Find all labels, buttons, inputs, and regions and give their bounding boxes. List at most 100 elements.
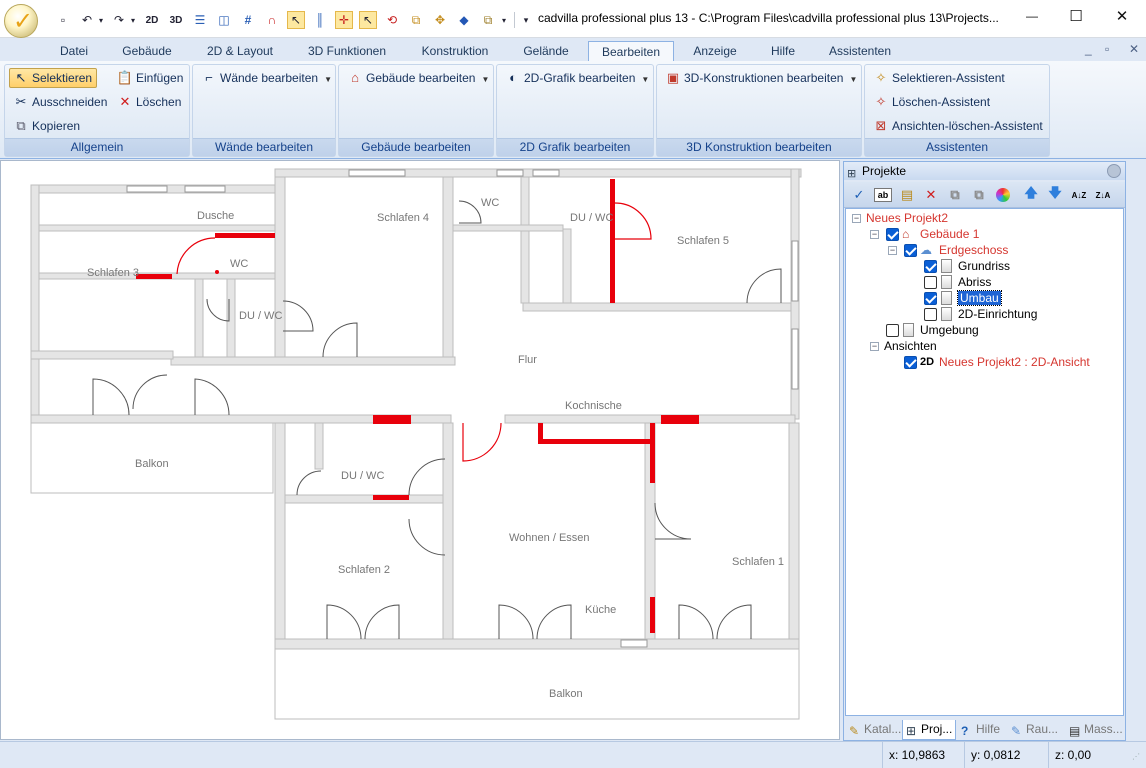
properties-icon[interactable]: ▤ bbox=[898, 186, 916, 204]
tab-3d-funktionen[interactable]: 3D Funktionen bbox=[300, 41, 394, 63]
view-3d-icon[interactable]: 3D bbox=[167, 11, 185, 29]
checkbox-abriss[interactable] bbox=[924, 276, 937, 289]
delete-x-icon: ✕ bbox=[119, 94, 131, 109]
tab-bearbeiten[interactable]: Bearbeiten bbox=[588, 41, 674, 63]
tab-anzeige[interactable]: Anzeige bbox=[684, 41, 746, 63]
tree-node-root[interactable]: Neues Projekt2 bbox=[866, 210, 948, 226]
einfuegen-button[interactable]: 📋 Einfügen bbox=[113, 68, 188, 88]
sort-az-icon[interactable]: A↓Z bbox=[1070, 186, 1088, 204]
columns-icon[interactable]: ║ bbox=[311, 11, 329, 29]
tree-node-floor[interactable]: Erdgeschoss bbox=[939, 242, 1008, 258]
mdi-restore-button[interactable]: ▫ bbox=[1105, 42, 1109, 56]
panel-tab-hilfe[interactable]: ? Hilfe bbox=[958, 720, 1006, 740]
pointer-icon[interactable]: ↖ bbox=[359, 11, 377, 29]
magnet-icon[interactable]: ∩ bbox=[263, 11, 281, 29]
loeschen-button[interactable]: ✕ Löschen bbox=[113, 92, 186, 112]
tree-node-view[interactable]: Neues Projekt2 : 2D-Ansicht bbox=[939, 354, 1090, 370]
konstruktion-3d-bearbeiten-dropdown[interactable]: ▣ 3D-Konstruktionen bearbeiten ▼ bbox=[661, 68, 862, 88]
loeschen-assistent-button[interactable]: ✧ Löschen-Assistent bbox=[869, 92, 995, 112]
close-button[interactable]: ✕ bbox=[1107, 6, 1137, 26]
redo-dropdown-icon[interactable]: ▾ bbox=[128, 11, 138, 29]
kopieren-button[interactable]: ⧉ Kopieren bbox=[9, 116, 85, 136]
checkbox-floor[interactable] bbox=[904, 244, 917, 257]
tree-node-ansichten[interactable]: Ansichten bbox=[884, 338, 937, 354]
redo-icon[interactable]: ↷ bbox=[110, 11, 128, 29]
tab-gebaeude[interactable]: Gebäude bbox=[113, 41, 181, 63]
collapse-toggle[interactable]: − bbox=[852, 214, 861, 223]
split-vertical-icon[interactable]: ◫ bbox=[215, 11, 233, 29]
checkbox-umbau[interactable] bbox=[924, 292, 937, 305]
copy-icon[interactable]: ⧉ bbox=[479, 11, 497, 29]
tab-konstruktion[interactable]: Konstruktion bbox=[411, 41, 499, 63]
copy-dropdown-icon[interactable]: ▾ bbox=[499, 11, 509, 29]
collapse-toggle[interactable]: − bbox=[870, 342, 879, 351]
panel-tab-raum[interactable]: ✎ Rau... bbox=[1008, 720, 1064, 740]
delete-icon[interactable]: ✕ bbox=[922, 186, 940, 204]
tab-datei[interactable]: Datei bbox=[52, 41, 96, 63]
wall-low-v4 bbox=[314, 422, 324, 470]
tab-2d-layout[interactable]: 2D & Layout bbox=[196, 41, 284, 63]
minimize-button[interactable]: — bbox=[1017, 6, 1047, 26]
mdi-minimize-button[interactable]: _ bbox=[1085, 42, 1092, 56]
resize-grip-icon[interactable]: ⋰ bbox=[1132, 752, 1142, 762]
new-document-icon[interactable]: ▫ bbox=[54, 11, 72, 29]
checkbox-grundriss[interactable] bbox=[924, 260, 937, 273]
app-logo[interactable]: ✓ bbox=[4, 4, 38, 38]
tree-node-umbau[interactable]: Umbau bbox=[957, 290, 1002, 306]
status-bar: x: 10,9863 y: 0,0812 z: 0,00 ⋰ bbox=[0, 741, 1146, 768]
color-icon[interactable] bbox=[994, 186, 1012, 204]
eraser-icon[interactable]: ◆ bbox=[455, 11, 473, 29]
walls-group bbox=[30, 168, 802, 720]
mirror-icon[interactable]: ⧉ bbox=[407, 11, 425, 29]
checkbox-view[interactable] bbox=[904, 356, 917, 369]
wall-mid-right bbox=[504, 414, 796, 424]
undo-dropdown-icon[interactable]: ▾ bbox=[96, 11, 106, 29]
customize-qat-icon[interactable]: ▾ bbox=[520, 11, 532, 29]
waende-bearbeiten-dropdown[interactable]: ⌐ Wände bearbeiten ▼ bbox=[197, 68, 337, 88]
move-icon[interactable]: ✥ bbox=[431, 11, 449, 29]
selektieren-button[interactable]: ↖ Selektieren bbox=[9, 68, 98, 88]
ausschneiden-button[interactable]: ✂ Ausschneiden bbox=[9, 92, 112, 112]
paste-node-icon[interactable]: ⧉ bbox=[970, 186, 988, 204]
checkbox-einrichtung[interactable] bbox=[924, 308, 937, 321]
move-up-icon[interactable]: 🡅 bbox=[1022, 185, 1040, 204]
pin-icon[interactable] bbox=[1107, 164, 1121, 178]
tree-node-einrichtung[interactable]: 2D-Einrichtung bbox=[958, 306, 1037, 322]
panel-tab-projekte[interactable]: ⊞ Proj... bbox=[902, 720, 956, 740]
floorplan-canvas[interactable]: Dusche Schlafen 4 WC DU / WC Schlafen 5 … bbox=[0, 160, 840, 740]
sort-za-icon[interactable]: Z↓A bbox=[1094, 186, 1112, 204]
door-swing bbox=[678, 604, 714, 640]
tab-assistenten[interactable]: Assistenten bbox=[820, 41, 900, 63]
grid-icon[interactable]: # bbox=[239, 11, 257, 29]
selektieren-assistent-button[interactable]: ✧ Selektieren-Assistent bbox=[869, 68, 1010, 88]
mdi-close-button[interactable]: ✕ bbox=[1129, 42, 1139, 56]
tree-node-building[interactable]: Gebäude 1 bbox=[920, 226, 979, 242]
maximize-button[interactable]: ☐ bbox=[1061, 6, 1091, 26]
tab-hilfe[interactable]: Hilfe bbox=[760, 41, 806, 63]
ansichten-loeschen-assistent-button[interactable]: ⊠ Ansichten-löschen-Assistent bbox=[869, 116, 1048, 136]
collapse-toggle[interactable]: − bbox=[870, 230, 879, 239]
tree-node-grundriss[interactable]: Grundriss bbox=[958, 258, 1010, 274]
copy-node-icon[interactable]: ⧉ bbox=[946, 186, 964, 204]
panel-tab-masse[interactable]: ▤ Mass... bbox=[1066, 720, 1124, 740]
move-down-icon[interactable]: 🡇 bbox=[1046, 185, 1064, 204]
checkbox-umgebung[interactable] bbox=[886, 324, 899, 337]
tree-node-umgebung[interactable]: Umgebung bbox=[920, 322, 979, 338]
undo-icon[interactable]: ↶ bbox=[78, 11, 96, 29]
split-horizontal-icon[interactable]: ☰ bbox=[191, 11, 209, 29]
view-2d-icon[interactable]: 2D bbox=[143, 11, 161, 29]
gebaeude-bearbeiten-dropdown[interactable]: ⌂ Gebäude bearbeiten ▼ bbox=[343, 68, 494, 88]
tree-node-abriss[interactable]: Abriss bbox=[958, 274, 991, 290]
check-icon[interactable]: ✓ bbox=[850, 186, 868, 204]
checkbox-building[interactable] bbox=[886, 228, 899, 241]
status-z-coordinate: z: 0,00 bbox=[1048, 742, 1128, 768]
collapse-toggle[interactable]: − bbox=[888, 246, 897, 255]
title-bar: ✓ ▫ ↶ ▾ ↷ ▾ 2D 3D ☰ ◫ # ∩ ↖ ║ ✛ ↖ ⟲ ⧉ ✥ … bbox=[0, 0, 1146, 38]
rename-icon[interactable]: ab bbox=[874, 188, 892, 202]
select-tool-icon[interactable]: ↖ bbox=[287, 11, 305, 29]
tab-gelaende[interactable]: Gelände bbox=[514, 41, 578, 63]
snap-cross-icon[interactable]: ✛ bbox=[335, 11, 353, 29]
panel-tab-katalog[interactable]: ✎ Katal... bbox=[846, 720, 902, 740]
rotate-icon[interactable]: ⟲ bbox=[383, 11, 401, 29]
grafik-2d-bearbeiten-dropdown[interactable]: ◐ 2D-Grafik bearbeiten ▼ bbox=[501, 68, 654, 88]
